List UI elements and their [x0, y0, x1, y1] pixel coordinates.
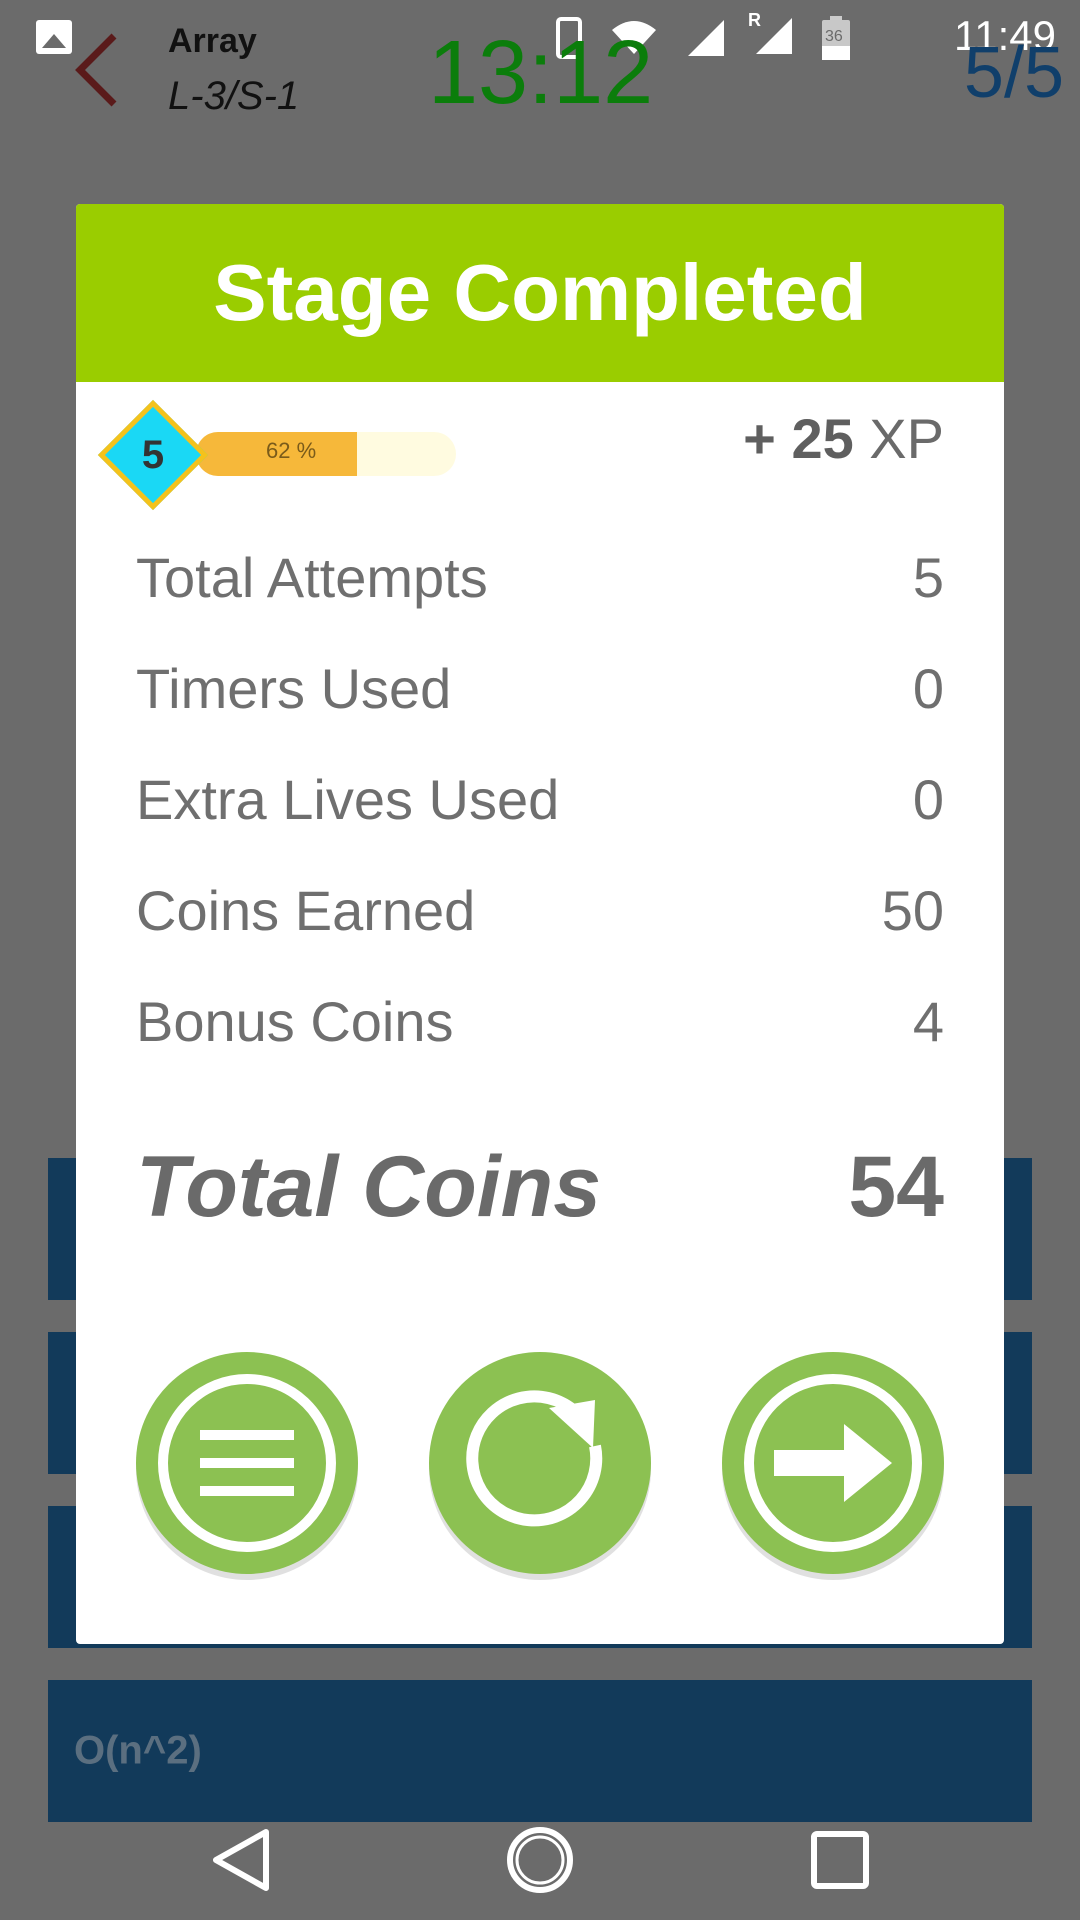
- level-number: 5: [141, 432, 165, 477]
- level-progress: 62 % 5 + 25 XP: [76, 382, 1004, 512]
- stat-value: 0: [912, 657, 944, 720]
- battery-level: 36: [825, 28, 843, 45]
- stat-label: Extra Lives Used: [136, 768, 560, 831]
- stat-row: Timers Used 0: [136, 633, 944, 744]
- stat-value: 5: [912, 546, 944, 609]
- topic-title: Array: [168, 22, 257, 60]
- total-coins-label: Total Coins: [136, 1138, 602, 1235]
- xp-unit: XP: [869, 407, 944, 470]
- stat-value: 0: [912, 768, 944, 831]
- back-arrow-icon[interactable]: [70, 30, 130, 110]
- total-coins-value: 54: [848, 1138, 944, 1235]
- menu-icon: [157, 1374, 336, 1552]
- roaming-label: R: [748, 9, 761, 30]
- stat-row: Extra Lives Used 0: [136, 744, 944, 855]
- navigation-bar: [0, 1790, 1080, 1920]
- next-arrow-icon: [744, 1374, 923, 1552]
- answer-option-label: O(n^2): [74, 1728, 202, 1773]
- nav-home-icon[interactable]: [500, 1820, 580, 1900]
- stat-row: Total Attempts 5: [136, 522, 944, 633]
- level-progress-bar: [196, 432, 456, 476]
- replay-button[interactable]: [428, 1352, 651, 1574]
- xp-gain: + 25 XP: [743, 406, 944, 471]
- replay-icon: [466, 1390, 603, 1527]
- next-button[interactable]: [722, 1352, 945, 1574]
- question-progress: 5/5: [963, 33, 1064, 113]
- xp-amount: 25: [791, 407, 854, 470]
- stats-list: Total Attempts 5 Timers Used 0 Extra Liv…: [76, 522, 1004, 1077]
- dialog-title: Stage Completed: [76, 204, 1004, 382]
- gallery-notification-icon: [36, 20, 72, 54]
- stat-row: Coins Earned 50: [136, 855, 944, 966]
- stat-label: Bonus Coins: [136, 990, 454, 1053]
- stat-label: Coins Earned: [136, 879, 476, 942]
- stage-subtitle: L-3/S-1: [168, 74, 300, 118]
- stage-completed-dialog: Stage Completed 62 % 5 + 25 XP Total Att…: [76, 204, 1004, 1644]
- xp-prefix: +: [743, 407, 776, 470]
- stat-label: Total Attempts: [136, 546, 488, 609]
- countdown-timer: 13:12: [428, 23, 654, 123]
- nav-recents-icon[interactable]: [800, 1820, 880, 1900]
- stat-row: Bonus Coins 4: [136, 966, 944, 1077]
- stat-label: Timers Used: [136, 657, 452, 720]
- level-percent: 62 %: [266, 438, 317, 463]
- stat-value: 50: [881, 879, 944, 942]
- signal-icon: [688, 20, 724, 56]
- nav-back-icon[interactable]: [200, 1820, 280, 1900]
- dialog-actions: [76, 1352, 1004, 1574]
- menu-button[interactable]: [135, 1352, 358, 1574]
- total-coins-row: Total Coins 54: [76, 1117, 1004, 1257]
- stat-value: 4: [912, 990, 944, 1053]
